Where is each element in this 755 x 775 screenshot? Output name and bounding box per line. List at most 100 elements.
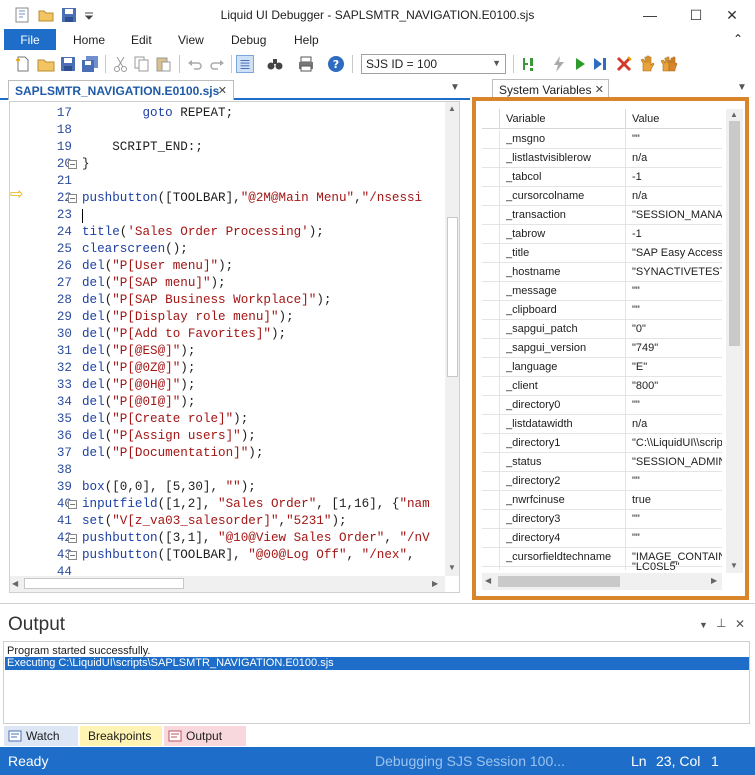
code-line[interactable]: 40− inputfield([1,2], "Sales Order", [1,1… <box>10 496 450 513</box>
scroll-right-icon[interactable]: ▶ <box>711 576 717 585</box>
code-line[interactable]: 17 goto REPEAT; <box>10 105 450 122</box>
code-line[interactable]: 27 del("P[SAP menu]"); <box>10 275 450 292</box>
variable-row[interactable]: _listdatawidth n/a <box>482 415 722 434</box>
print-icon[interactable] <box>297 55 315 73</box>
row-select-cell[interactable] <box>482 149 500 168</box>
variable-row[interactable]: _hostname "SYNACTIVETEST6 <box>482 263 722 282</box>
variable-row[interactable]: _directory0 "" <box>482 396 722 415</box>
row-select-cell[interactable] <box>482 320 500 339</box>
code-line[interactable]: 23 <box>10 207 450 224</box>
scroll-left-icon[interactable]: ◀ <box>485 576 491 585</box>
scroll-left-icon[interactable]: ◀ <box>12 579 18 588</box>
variables-vertical-scrollbar[interactable]: ▲ ▼ <box>726 109 743 573</box>
row-select-cell[interactable] <box>482 472 500 491</box>
row-select-cell[interactable] <box>482 282 500 301</box>
variables-vertical-scroll-thumb[interactable] <box>729 121 740 346</box>
menu-view[interactable]: View <box>178 33 204 47</box>
row-select-cell[interactable] <box>482 244 500 263</box>
redo-icon[interactable] <box>208 55 226 73</box>
row-select-cell[interactable] <box>482 339 500 358</box>
code-line[interactable]: 33 del("P[@0H@]"); <box>10 377 450 394</box>
fold-toggle-icon[interactable]: − <box>68 534 77 543</box>
code-line[interactable]: 22− pushbutton([TOOLBAR],"@2M@Main Menu",… <box>10 190 450 207</box>
open-folder-icon[interactable] <box>37 55 55 73</box>
tab-output[interactable]: Output <box>164 726 246 746</box>
cut-icon[interactable] <box>112 55 130 73</box>
code-line[interactable]: 32 del("P[@0Z@]"); <box>10 360 450 377</box>
code-line[interactable]: 37 del("P[Documentation]"); <box>10 445 450 462</box>
variable-row[interactable]: _msgno "" <box>482 130 722 149</box>
code-line[interactable]: 30 del("P[Add to Favorites]"); <box>10 326 450 343</box>
minimize-button[interactable]: — <box>627 0 673 30</box>
variable-row[interactable]: _directory2 "" <box>482 472 722 491</box>
row-select-cell[interactable] <box>482 301 500 320</box>
variable-row[interactable]: _directory1 "C:\\LiquidUI\\script <box>482 434 722 453</box>
variable-row[interactable]: _title "SAP Easy Access" <box>482 244 722 263</box>
code-line[interactable]: 24 title('Sales Order Processing'); <box>10 224 450 241</box>
row-select-cell[interactable] <box>482 567 500 570</box>
collapse-ribbon-icon[interactable]: ⌃ <box>733 32 743 46</box>
copy-icon[interactable] <box>133 55 151 73</box>
scroll-down-icon[interactable]: ▼ <box>730 561 738 570</box>
undo-icon[interactable] <box>186 55 204 73</box>
variable-row[interactable]: _clipboard "" <box>482 301 722 320</box>
menu-home[interactable]: Home <box>73 33 105 47</box>
run-icon[interactable] <box>571 55 589 73</box>
variable-row[interactable]: _tabrow -1 <box>482 225 722 244</box>
code-line[interactable]: 26 del("P[User menu]"); <box>10 258 450 275</box>
variable-row[interactable]: _directory3 "" <box>482 510 722 529</box>
code-line[interactable]: 31 del("P[@ES@]"); <box>10 343 450 360</box>
variable-row[interactable]: _listlastvisiblerow n/a <box>482 149 722 168</box>
variable-row[interactable]: _sapgui_patch "0" <box>482 320 722 339</box>
fold-toggle-icon[interactable]: − <box>68 194 77 203</box>
hands-icon[interactable] <box>660 55 678 73</box>
menu-debug[interactable]: Debug <box>231 33 266 47</box>
row-select-cell[interactable] <box>482 415 500 434</box>
menu-edit[interactable]: Edit <box>131 33 152 47</box>
variable-row[interactable]: _language "E" <box>482 358 722 377</box>
pin-icon[interactable]: ⊥ <box>716 616 726 630</box>
save-all-icon[interactable] <box>81 55 99 73</box>
close-icon[interactable]: ✕ <box>735 617 745 631</box>
fold-toggle-icon[interactable]: − <box>68 551 77 560</box>
code-line[interactable]: 43− pushbutton([TOOLBAR], "@00@Log Off", … <box>10 547 450 564</box>
row-select-cell[interactable] <box>482 263 500 282</box>
editor-horizontal-scroll-thumb[interactable] <box>24 578 184 589</box>
row-select-cell[interactable] <box>482 377 500 396</box>
variables-horizontal-scrollbar[interactable]: ◀ ▶ <box>482 573 722 590</box>
code-line[interactable]: 28 del("P[SAP Business Workplace]"); <box>10 292 450 309</box>
fold-toggle-icon[interactable]: − <box>68 160 77 169</box>
code-line[interactable]: 41 set("V[z_va03_salesorder]","5231"); <box>10 513 450 530</box>
code-line[interactable]: 18 <box>10 122 450 139</box>
paste-icon[interactable] <box>154 55 172 73</box>
column-value[interactable]: Value <box>632 113 659 125</box>
code-line[interactable]: 19 SCRIPT_END:; <box>10 139 450 156</box>
row-select-cell[interactable] <box>482 225 500 244</box>
close-window-button[interactable]: ✕ <box>709 0 755 30</box>
variables-horizontal-scroll-thumb[interactable] <box>498 576 620 587</box>
tab-watch[interactable]: Watch <box>4 726 78 746</box>
variable-row[interactable]: _cursorcolname n/a <box>482 187 722 206</box>
code-line[interactable]: 25 clearscreen(); <box>10 241 450 258</box>
code-line[interactable]: 29 del("P[Display role menu]"); <box>10 309 450 326</box>
row-select-cell[interactable] <box>482 510 500 529</box>
editor-vertical-scrollbar[interactable]: ▲ ▼ <box>445 102 459 576</box>
variable-row[interactable]: _directory4 "" <box>482 529 722 548</box>
tab-breakpoints[interactable]: Breakpoints <box>80 726 162 746</box>
code-line[interactable]: 42− pushbutton([3,1], "@10@View Sales Ord… <box>10 530 450 547</box>
step-over-icon[interactable] <box>591 55 609 73</box>
output-console[interactable]: Program started successfully. Executing … <box>3 641 750 724</box>
row-select-cell[interactable] <box>482 529 500 548</box>
variable-row[interactable]: _tabcol -1 <box>482 168 722 187</box>
stop-icon[interactable] <box>615 55 633 73</box>
fold-toggle-icon[interactable]: − <box>68 500 77 509</box>
menu-file[interactable]: File <box>4 29 56 50</box>
breakpoint-toggle-icon[interactable] <box>520 55 538 73</box>
editor-vertical-scroll-thumb[interactable] <box>447 217 458 377</box>
editor-tabs-dropdown-icon[interactable]: ▼ <box>450 82 460 93</box>
row-select-cell[interactable] <box>482 434 500 453</box>
variables-tabs-dropdown-icon[interactable]: ▼ <box>737 82 747 93</box>
close-icon[interactable]: ✕ <box>218 84 227 97</box>
scroll-up-icon[interactable]: ▲ <box>730 110 738 119</box>
row-select-cell[interactable] <box>482 548 500 567</box>
